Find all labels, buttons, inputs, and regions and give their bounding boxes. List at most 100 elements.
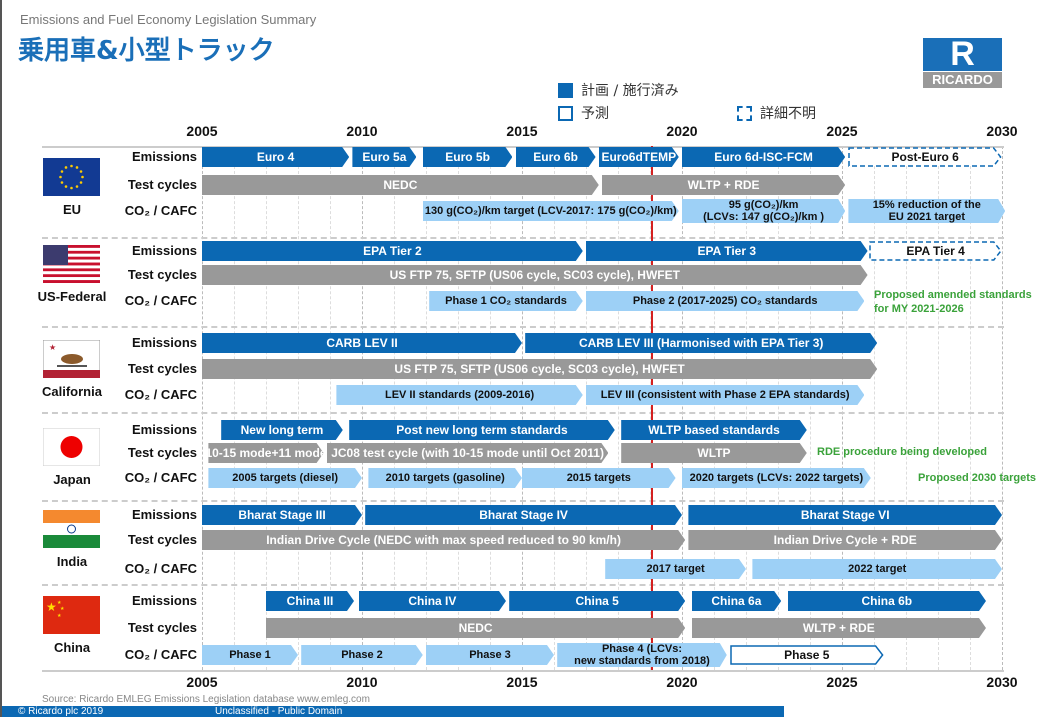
bar-label: WLTP bbox=[697, 446, 731, 460]
slide-title: 乗用車&小型トラック bbox=[18, 36, 275, 66]
bar-label: Bharat Stage III bbox=[238, 508, 326, 522]
year-tick-top: 2025 bbox=[826, 123, 858, 139]
year-gridline bbox=[682, 146, 683, 670]
timeline-bar: JC08 test cycle (with 10-15 mode until O… bbox=[327, 443, 609, 463]
bar-label: 10-15 mode+11 mode bbox=[205, 446, 327, 460]
timeline-bar: Phase 1 bbox=[202, 645, 298, 665]
row-label-co2-cafc: CO₂ / CAFC bbox=[124, 203, 197, 218]
bar-label: WLTP based standards bbox=[648, 423, 780, 437]
timeline-bar: China 6b bbox=[788, 591, 986, 611]
ricardo-logo: R RICARDO bbox=[923, 37, 1002, 88]
bar-label: NEDC bbox=[458, 621, 493, 635]
timeline-bar: 2020 targets (LCVs: 2022 targets) bbox=[682, 468, 871, 488]
timeline-bar: EPA Tier 4 bbox=[869, 241, 1002, 261]
bar-label: Phase 4 (LCVs: new standards from 2018) bbox=[574, 643, 710, 667]
year-gridline bbox=[778, 146, 779, 670]
section-divider bbox=[42, 670, 1004, 672]
bar-label: US FTP 75, SFTP (US06 cycle, SC03 cycle)… bbox=[389, 268, 680, 282]
row-label-test-cycles: Test cycles bbox=[127, 177, 197, 192]
bar-label: Indian Drive Cycle + RDE bbox=[773, 533, 917, 547]
row-label-co2-cafc: CO₂ / CAFC bbox=[124, 470, 197, 485]
legend-label: 詳細不明 bbox=[760, 106, 816, 122]
timeline-bar: NEDC bbox=[266, 618, 685, 638]
bar-label: China 5 bbox=[575, 594, 619, 608]
bar-label: US FTP 75, SFTP (US06 cycle, SC03 cycle)… bbox=[394, 362, 685, 376]
timeline-bar: NEDC bbox=[202, 175, 599, 195]
bar-label: NEDC bbox=[383, 178, 418, 192]
bar-label: Phase 3 bbox=[469, 649, 511, 661]
bar-label: Bharat Stage VI bbox=[800, 508, 890, 522]
bar-label: Bharat Stage IV bbox=[479, 508, 568, 522]
bar-label: CARB LEV II bbox=[326, 336, 398, 350]
timeline-bar: CARB LEV II bbox=[202, 333, 522, 353]
row-label-emissions: Emissions bbox=[131, 149, 197, 164]
row-label-test-cycles: Test cycles bbox=[127, 267, 197, 282]
bar-label: 2017 target bbox=[646, 563, 705, 575]
timeline-bar: Indian Drive Cycle (NEDC with max speed … bbox=[202, 530, 685, 550]
bar-label: Phase 1 bbox=[229, 649, 271, 661]
row-label-emissions: Emissions bbox=[131, 593, 197, 608]
timeline-bar: Phase 3 bbox=[426, 645, 554, 665]
row-label-emissions: Emissions bbox=[131, 335, 197, 350]
bar-label: Euro 5a bbox=[362, 150, 407, 164]
timeline-bar: Indian Drive Cycle + RDE bbox=[688, 530, 1002, 550]
bar-label: New long term bbox=[240, 423, 324, 437]
year-tick-top: 2005 bbox=[186, 123, 218, 139]
bar-label: Phase 2 bbox=[341, 649, 383, 661]
timeline-bar: Euro 6d-ISC-FCM bbox=[682, 147, 845, 167]
timeline-bar: Phase 2 bbox=[301, 645, 423, 665]
bar-label: 2015 targets bbox=[566, 472, 631, 484]
bar-label: 15% reduction of the EU 2021 target bbox=[872, 199, 981, 223]
timeline-bar: LEV II standards (2009-2016) bbox=[336, 385, 582, 405]
timeline-bar: Phase 1 CO₂ standards bbox=[429, 291, 583, 311]
footer-bar: © Ricardo plc 2019 Unclassified - Public … bbox=[2, 706, 784, 717]
year-tick-top: 2015 bbox=[506, 123, 538, 139]
bar-label: EPA Tier 3 bbox=[697, 244, 757, 258]
section-divider bbox=[42, 326, 1004, 328]
year-gridline bbox=[234, 146, 235, 670]
timeline-bar: WLTP bbox=[621, 443, 807, 463]
year-gridline bbox=[202, 146, 203, 670]
bar-label: China 6b bbox=[861, 594, 913, 608]
timeline-bar: Bharat Stage VI bbox=[688, 505, 1002, 525]
bar-label: Phase 2 (2017-2025) CO₂ standards bbox=[632, 295, 818, 307]
timeline-bar: 2005 targets (diesel) bbox=[208, 468, 362, 488]
row-label-emissions: Emissions bbox=[131, 507, 197, 522]
source-note: Source: Ricardo EMLEG Emissions Legislat… bbox=[42, 694, 370, 705]
bar-label: Euro 6d-ISC-FCM bbox=[714, 150, 813, 164]
row-label-emissions: Emissions bbox=[131, 243, 197, 258]
timeline-bar: New long term bbox=[221, 420, 343, 440]
slide-subtitle: Emissions and Fuel Economy Legislation S… bbox=[20, 12, 317, 27]
timeline-bar: WLTP + RDE bbox=[692, 618, 986, 638]
bar-label: Phase 5 bbox=[784, 648, 830, 662]
timeline-bar: Euro 5a bbox=[352, 147, 416, 167]
timeline-bar: 10-15 mode+11 mode bbox=[208, 443, 323, 463]
legend-dashed: 詳細不明 bbox=[737, 103, 816, 123]
timeline-bar: China 6a bbox=[692, 591, 782, 611]
year-tick-bottom: 2015 bbox=[506, 674, 538, 690]
bar-label: China IV bbox=[408, 594, 457, 608]
row-label-test-cycles: Test cycles bbox=[127, 361, 197, 376]
bar-label: Euro6dTEMP bbox=[601, 150, 677, 164]
logo-text: RICARDO bbox=[923, 72, 1002, 88]
bar-label: 2022 target bbox=[848, 563, 907, 575]
row-label-co2-cafc: CO₂ / CAFC bbox=[124, 387, 197, 402]
timeline-bar: EPA Tier 2 bbox=[202, 241, 583, 261]
timeline-bar: Bharat Stage IV bbox=[365, 505, 682, 525]
bar-label: 2020 targets (LCVs: 2022 targets) bbox=[689, 472, 864, 484]
us-note: Proposed amended standards for MY 2021-2… bbox=[874, 289, 1032, 315]
bar-label: Euro 6b bbox=[533, 150, 578, 164]
timeline-bar: Euro 4 bbox=[202, 147, 349, 167]
logo-r-icon: R bbox=[923, 37, 1002, 71]
timeline-bar: US FTP 75, SFTP (US06 cycle, SC03 cycle)… bbox=[202, 265, 868, 285]
timeline-bar: 2022 target bbox=[752, 559, 1002, 579]
bar-label: Indian Drive Cycle (NEDC with max speed … bbox=[266, 533, 621, 547]
timeline-bar: Euro 5b bbox=[423, 147, 513, 167]
row-label-co2-cafc: CO₂ / CAFC bbox=[124, 561, 197, 576]
timeline-bar: Post new long term standards bbox=[349, 420, 615, 440]
year-tick-bottom: 2025 bbox=[826, 674, 858, 690]
year-tick-bottom: 2010 bbox=[346, 674, 378, 690]
timeline-bar: China 5 bbox=[509, 591, 685, 611]
timeline-bar: 2010 targets (gasoline) bbox=[368, 468, 522, 488]
row-label-co2-cafc: CO₂ / CAFC bbox=[124, 293, 197, 308]
